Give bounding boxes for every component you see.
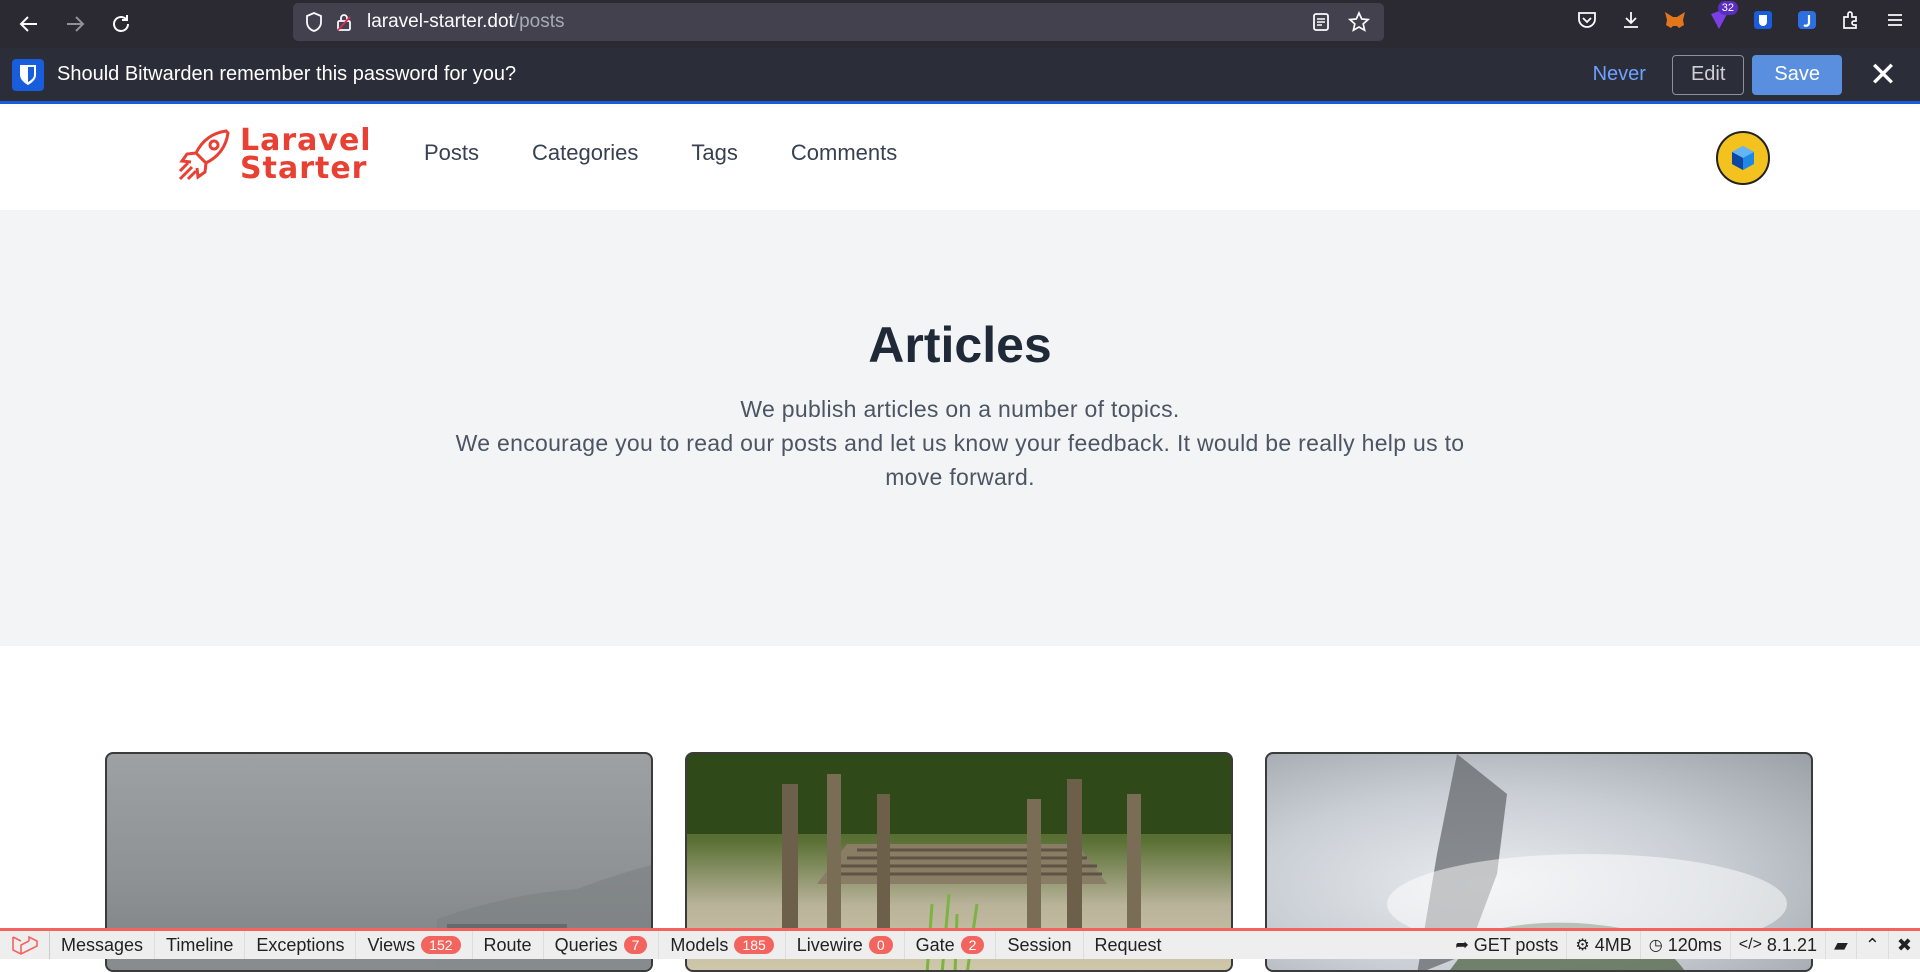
extensions-puzzle-icon[interactable] [1836, 5, 1866, 35]
page-title: Articles [868, 317, 1052, 373]
debugbar-tab-models[interactable]: Models 185 [659, 931, 786, 959]
debugbar-php-version: </> 8.1.21 [1729, 931, 1825, 959]
tab-label: Queries [554, 934, 618, 955]
count-badge: 185 [734, 936, 774, 954]
debugbar-tab-session[interactable]: Session [996, 931, 1084, 959]
bitwarden-extension-icon[interactable] [1748, 5, 1778, 35]
nav-posts[interactable]: Posts [424, 140, 479, 166]
forward-button[interactable] [58, 7, 92, 41]
maximize-button[interactable]: ⌃ [1855, 931, 1888, 959]
save-button[interactable]: Save [1752, 54, 1842, 95]
folder-icon: ▰ [1833, 934, 1848, 955]
bookmark-star-icon[interactable] [1344, 7, 1374, 37]
brand-line-2: Starter [240, 151, 368, 186]
reload-icon [113, 15, 129, 32]
close-icon: ✖ [1896, 934, 1912, 955]
clock-icon: ◷ [1648, 937, 1663, 954]
browser-toolbar: laravel-starter.dot/posts 32 [0, 0, 1920, 48]
count-badge: 7 [623, 936, 648, 954]
tab-label: Models [670, 934, 729, 955]
cube-avatar-icon [1732, 146, 1754, 170]
main-nav: Posts Categories Tags Comments [424, 140, 897, 166]
hamburger-menu-icon[interactable] [1880, 5, 1910, 35]
debugbar-tab-messages[interactable]: Messages [50, 931, 156, 959]
description-line-2: We encourage you to read our posts and l… [455, 430, 1465, 490]
back-arrow-icon [19, 16, 37, 32]
laravel-debugbar: Messages Timeline Exceptions Views 152 Ro… [0, 928, 1920, 959]
debugbar-tab-livewire[interactable]: Livewire 0 [786, 931, 905, 959]
tracking-protection-shield-icon[interactable] [299, 7, 329, 37]
count-badge: 2 [960, 936, 985, 954]
forward-arrow-icon [67, 16, 85, 32]
tab-label: Route [483, 934, 532, 955]
memory-value: 4MB [1594, 934, 1632, 955]
avatar[interactable] [1716, 131, 1770, 185]
debugbar-time: ◷ 120ms [1639, 931, 1730, 959]
site-header: Laravel Starter Posts Categories Tags Co… [0, 107, 1920, 210]
close-icon[interactable]: ✕ [1866, 55, 1900, 95]
nav-comments[interactable]: Comments [791, 140, 897, 166]
back-button[interactable] [12, 7, 46, 41]
metamask-extension-icon[interactable] [1660, 5, 1690, 35]
brand-logo[interactable]: Laravel Starter [176, 126, 372, 186]
debugbar-tab-gate[interactable]: Gate 2 [905, 931, 997, 959]
url-host: laravel-starter.dot [367, 11, 514, 32]
url-path: /posts [513, 11, 565, 32]
bitwarden-logo-icon [12, 58, 44, 91]
lock-icon[interactable] [329, 7, 359, 37]
php-version-value: 8.1.21 [1766, 934, 1817, 955]
share-arrow-icon: ➦ [1455, 937, 1469, 954]
close-debugbar-button[interactable]: ✖ [1887, 931, 1920, 959]
debugbar-request-info[interactable]: ➦ GET posts [1447, 931, 1566, 959]
bitwarden-notification-bar: Should Bitwarden remember this password … [0, 48, 1920, 104]
debugbar-tab-exceptions[interactable]: Exceptions [245, 931, 357, 959]
purple-extension-icon[interactable]: 32 [1704, 1, 1738, 35]
extension-badge: 32 [1717, 1, 1738, 15]
reader-view-icon[interactable] [1306, 7, 1336, 37]
pocket-icon[interactable] [1572, 5, 1602, 35]
address-bar[interactable]: laravel-starter.dot/posts [293, 3, 1384, 41]
tab-label: Views [367, 934, 416, 955]
articles-hero: Articles We publish articles on a number… [0, 210, 1920, 646]
tab-label: Messages [61, 934, 144, 955]
tab-label: Livewire [796, 934, 863, 955]
debugbar-tab-request[interactable]: Request [1084, 931, 1173, 959]
chevron-up-icon: ⌃ [1864, 934, 1880, 955]
url-text[interactable]: laravel-starter.dot/posts [367, 11, 565, 33]
cogs-icon: ⚙ [1575, 937, 1590, 954]
request-method: GET posts [1473, 934, 1559, 955]
code-icon: </> [1738, 936, 1762, 953]
rocket-icon [178, 129, 230, 181]
count-badge: 0 [868, 936, 893, 954]
nav-tags[interactable]: Tags [691, 140, 737, 166]
downloads-icon[interactable] [1616, 5, 1646, 35]
tab-label: Timeline [166, 934, 234, 955]
reload-button[interactable] [104, 7, 138, 41]
tab-label: Session [1007, 934, 1072, 955]
count-badge: 152 [421, 936, 461, 954]
tab-label: Exceptions [256, 934, 345, 955]
tab-label: Gate [915, 934, 955, 955]
debugbar-tab-views[interactable]: Views 152 [356, 931, 473, 959]
page-description: We publish articles on a number of topic… [430, 392, 1490, 494]
edit-button[interactable]: Edit [1671, 54, 1745, 95]
never-button[interactable]: Never [1593, 63, 1646, 86]
laravel-logo-icon[interactable] [0, 931, 50, 959]
time-value: 120ms [1667, 934, 1722, 955]
debugbar-tab-route[interactable]: Route [473, 931, 544, 959]
description-line-1: We publish articles on a number of topic… [740, 396, 1180, 422]
nav-categories[interactable]: Categories [532, 140, 638, 166]
open-folder-button[interactable]: ▰ [1824, 931, 1856, 959]
debugbar-memory: ⚙ 4MB [1566, 931, 1639, 959]
j-extension-icon[interactable] [1792, 5, 1822, 35]
debugbar-tab-timeline[interactable]: Timeline [155, 931, 246, 959]
bitwarden-prompt: Should Bitwarden remember this password … [57, 63, 517, 85]
tab-label: Request [1094, 934, 1162, 955]
debugbar-tab-queries[interactable]: Queries 7 [544, 931, 660, 959]
